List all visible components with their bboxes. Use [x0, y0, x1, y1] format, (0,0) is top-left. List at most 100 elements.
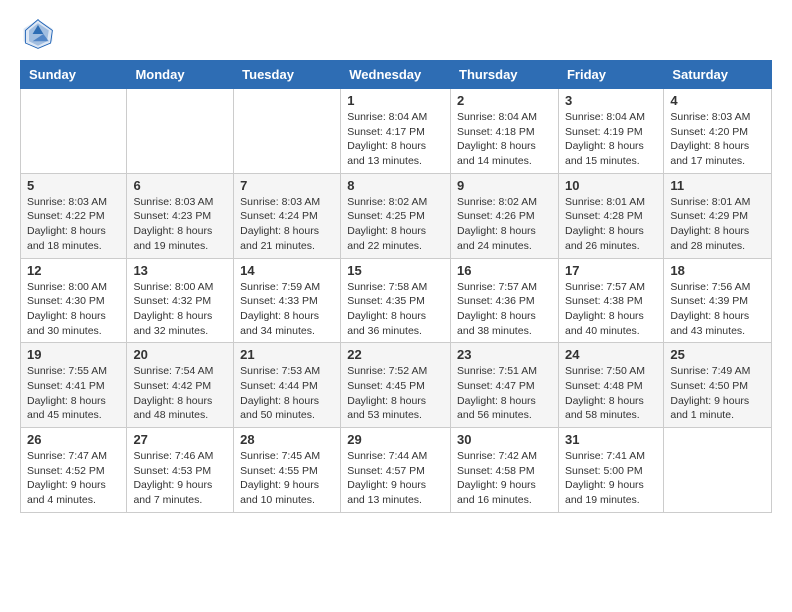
calendar-header-friday: Friday — [558, 61, 663, 89]
calendar-cell: 12 Sunrise: 8:00 AM Sunset: 4:30 PM Dayli… — [21, 258, 127, 343]
calendar-header-row: SundayMondayTuesdayWednesdayThursdayFrid… — [21, 61, 772, 89]
calendar-table: SundayMondayTuesdayWednesdayThursdayFrid… — [20, 60, 772, 513]
day-number: 5 — [27, 178, 120, 193]
calendar-cell: 5 Sunrise: 8:03 AM Sunset: 4:22 PM Daylig… — [21, 173, 127, 258]
day-number: 27 — [133, 432, 227, 447]
day-info: Sunrise: 7:55 AM Sunset: 4:41 PM Dayligh… — [27, 364, 120, 423]
day-info: Sunrise: 7:47 AM Sunset: 4:52 PM Dayligh… — [27, 449, 120, 508]
calendar-week-row: 26 Sunrise: 7:47 AM Sunset: 4:52 PM Dayli… — [21, 428, 772, 513]
calendar-cell: 24 Sunrise: 7:50 AM Sunset: 4:48 PM Dayli… — [558, 343, 663, 428]
day-info: Sunrise: 8:04 AM Sunset: 4:17 PM Dayligh… — [347, 110, 444, 169]
day-info: Sunrise: 7:53 AM Sunset: 4:44 PM Dayligh… — [240, 364, 334, 423]
day-number: 17 — [565, 263, 657, 278]
day-number: 20 — [133, 347, 227, 362]
day-info: Sunrise: 7:51 AM Sunset: 4:47 PM Dayligh… — [457, 364, 552, 423]
day-number: 21 — [240, 347, 334, 362]
calendar-cell: 9 Sunrise: 8:02 AM Sunset: 4:26 PM Daylig… — [451, 173, 559, 258]
day-info: Sunrise: 8:04 AM Sunset: 4:18 PM Dayligh… — [457, 110, 552, 169]
calendar-cell: 11 Sunrise: 8:01 AM Sunset: 4:29 PM Dayli… — [664, 173, 772, 258]
day-info: Sunrise: 7:52 AM Sunset: 4:45 PM Dayligh… — [347, 364, 444, 423]
calendar-cell: 8 Sunrise: 8:02 AM Sunset: 4:25 PM Daylig… — [341, 173, 451, 258]
day-info: Sunrise: 8:01 AM Sunset: 4:28 PM Dayligh… — [565, 195, 657, 254]
calendar-cell: 4 Sunrise: 8:03 AM Sunset: 4:20 PM Daylig… — [664, 89, 772, 174]
calendar-cell: 23 Sunrise: 7:51 AM Sunset: 4:47 PM Dayli… — [451, 343, 559, 428]
calendar-cell: 29Sunrise: 7:44 AM Sunset: 4:57 PM Dayli… — [341, 428, 451, 513]
calendar-cell: 21 Sunrise: 7:53 AM Sunset: 4:44 PM Dayli… — [234, 343, 341, 428]
day-info: Sunrise: 8:00 AM Sunset: 4:30 PM Dayligh… — [27, 280, 120, 339]
calendar-cell: 30 Sunrise: 7:42 AM Sunset: 4:58 PM Dayli… — [451, 428, 559, 513]
calendar-header-monday: Monday — [127, 61, 234, 89]
day-number: 13 — [133, 263, 227, 278]
day-number: 15 — [347, 263, 444, 278]
calendar-week-row: 19 Sunrise: 7:55 AM Sunset: 4:41 PM Dayli… — [21, 343, 772, 428]
day-info: Sunrise: 7:50 AM Sunset: 4:48 PM Dayligh… — [565, 364, 657, 423]
day-number: 26 — [27, 432, 120, 447]
calendar-cell: 17Sunrise: 7:57 AM Sunset: 4:38 PM Dayli… — [558, 258, 663, 343]
day-number: 3 — [565, 93, 657, 108]
day-info: Sunrise: 7:42 AM Sunset: 4:58 PM Dayligh… — [457, 449, 552, 508]
day-number: 2 — [457, 93, 552, 108]
calendar-cell: 18 Sunrise: 7:56 AM Sunset: 4:39 PM Dayli… — [664, 258, 772, 343]
day-info: Sunrise: 7:56 AM Sunset: 4:39 PM Dayligh… — [670, 280, 765, 339]
calendar-cell: 20Sunrise: 7:54 AM Sunset: 4:42 PM Dayli… — [127, 343, 234, 428]
day-number: 16 — [457, 263, 552, 278]
calendar-cell: 16 Sunrise: 7:57 AM Sunset: 4:36 PM Dayli… — [451, 258, 559, 343]
day-info: Sunrise: 8:03 AM Sunset: 4:24 PM Dayligh… — [240, 195, 334, 254]
calendar-cell: 25Sunrise: 7:49 AM Sunset: 4:50 PM Dayli… — [664, 343, 772, 428]
day-info: Sunrise: 8:02 AM Sunset: 4:26 PM Dayligh… — [457, 195, 552, 254]
day-number: 19 — [27, 347, 120, 362]
day-number: 4 — [670, 93, 765, 108]
day-info: Sunrise: 8:04 AM Sunset: 4:19 PM Dayligh… — [565, 110, 657, 169]
calendar-cell — [664, 428, 772, 513]
calendar-cell: 31 Sunrise: 7:41 AM Sunset: 5:00 PM Dayli… — [558, 428, 663, 513]
day-info: Sunrise: 8:01 AM Sunset: 4:29 PM Dayligh… — [670, 195, 765, 254]
page-header — [0, 0, 792, 60]
calendar-cell: 1 Sunrise: 8:04 AM Sunset: 4:17 PM Daylig… — [341, 89, 451, 174]
day-number: 7 — [240, 178, 334, 193]
day-info: Sunrise: 8:02 AM Sunset: 4:25 PM Dayligh… — [347, 195, 444, 254]
calendar-cell: 13 Sunrise: 8:00 AM Sunset: 4:32 PM Dayli… — [127, 258, 234, 343]
day-info: Sunrise: 7:59 AM Sunset: 4:33 PM Dayligh… — [240, 280, 334, 339]
calendar-header-thursday: Thursday — [451, 61, 559, 89]
day-number: 31 — [565, 432, 657, 447]
day-info: Sunrise: 7:49 AM Sunset: 4:50 PM Dayligh… — [670, 364, 765, 423]
calendar-week-row: 1 Sunrise: 8:04 AM Sunset: 4:17 PM Daylig… — [21, 89, 772, 174]
day-number: 9 — [457, 178, 552, 193]
day-info: Sunrise: 7:46 AM Sunset: 4:53 PM Dayligh… — [133, 449, 227, 508]
day-info: Sunrise: 8:03 AM Sunset: 4:20 PM Dayligh… — [670, 110, 765, 169]
calendar-header-tuesday: Tuesday — [234, 61, 341, 89]
calendar-week-row: 12 Sunrise: 8:00 AM Sunset: 4:30 PM Dayli… — [21, 258, 772, 343]
day-info: Sunrise: 7:41 AM Sunset: 5:00 PM Dayligh… — [565, 449, 657, 508]
day-info: Sunrise: 7:58 AM Sunset: 4:35 PM Dayligh… — [347, 280, 444, 339]
calendar-wrapper: SundayMondayTuesdayWednesdayThursdayFrid… — [0, 60, 792, 523]
calendar-cell: 19 Sunrise: 7:55 AM Sunset: 4:41 PM Dayli… — [21, 343, 127, 428]
calendar-header-sunday: Sunday — [21, 61, 127, 89]
logo — [20, 16, 60, 52]
day-number: 11 — [670, 178, 765, 193]
logo-icon — [20, 16, 56, 52]
day-number: 24 — [565, 347, 657, 362]
day-number: 1 — [347, 93, 444, 108]
calendar-cell — [127, 89, 234, 174]
day-number: 10 — [565, 178, 657, 193]
calendar-cell: 15 Sunrise: 7:58 AM Sunset: 4:35 PM Dayli… — [341, 258, 451, 343]
calendar-cell: 3 Sunrise: 8:04 AM Sunset: 4:19 PM Daylig… — [558, 89, 663, 174]
day-number: 23 — [457, 347, 552, 362]
calendar-cell: 27 Sunrise: 7:46 AM Sunset: 4:53 PM Dayli… — [127, 428, 234, 513]
day-number: 14 — [240, 263, 334, 278]
day-number: 8 — [347, 178, 444, 193]
day-number: 18 — [670, 263, 765, 278]
calendar-cell — [234, 89, 341, 174]
day-info: Sunrise: 7:45 AM Sunset: 4:55 PM Dayligh… — [240, 449, 334, 508]
day-number: 12 — [27, 263, 120, 278]
day-info: Sunrise: 7:44 AM Sunset: 4:57 PM Dayligh… — [347, 449, 444, 508]
day-info: Sunrise: 8:03 AM Sunset: 4:23 PM Dayligh… — [133, 195, 227, 254]
day-info: Sunrise: 7:57 AM Sunset: 4:36 PM Dayligh… — [457, 280, 552, 339]
day-info: Sunrise: 8:03 AM Sunset: 4:22 PM Dayligh… — [27, 195, 120, 254]
calendar-week-row: 5 Sunrise: 8:03 AM Sunset: 4:22 PM Daylig… — [21, 173, 772, 258]
day-number: 30 — [457, 432, 552, 447]
calendar-cell: 2 Sunrise: 8:04 AM Sunset: 4:18 PM Daylig… — [451, 89, 559, 174]
calendar-cell: 14 Sunrise: 7:59 AM Sunset: 4:33 PM Dayli… — [234, 258, 341, 343]
calendar-cell: 28Sunrise: 7:45 AM Sunset: 4:55 PM Dayli… — [234, 428, 341, 513]
day-info: Sunrise: 8:00 AM Sunset: 4:32 PM Dayligh… — [133, 280, 227, 339]
